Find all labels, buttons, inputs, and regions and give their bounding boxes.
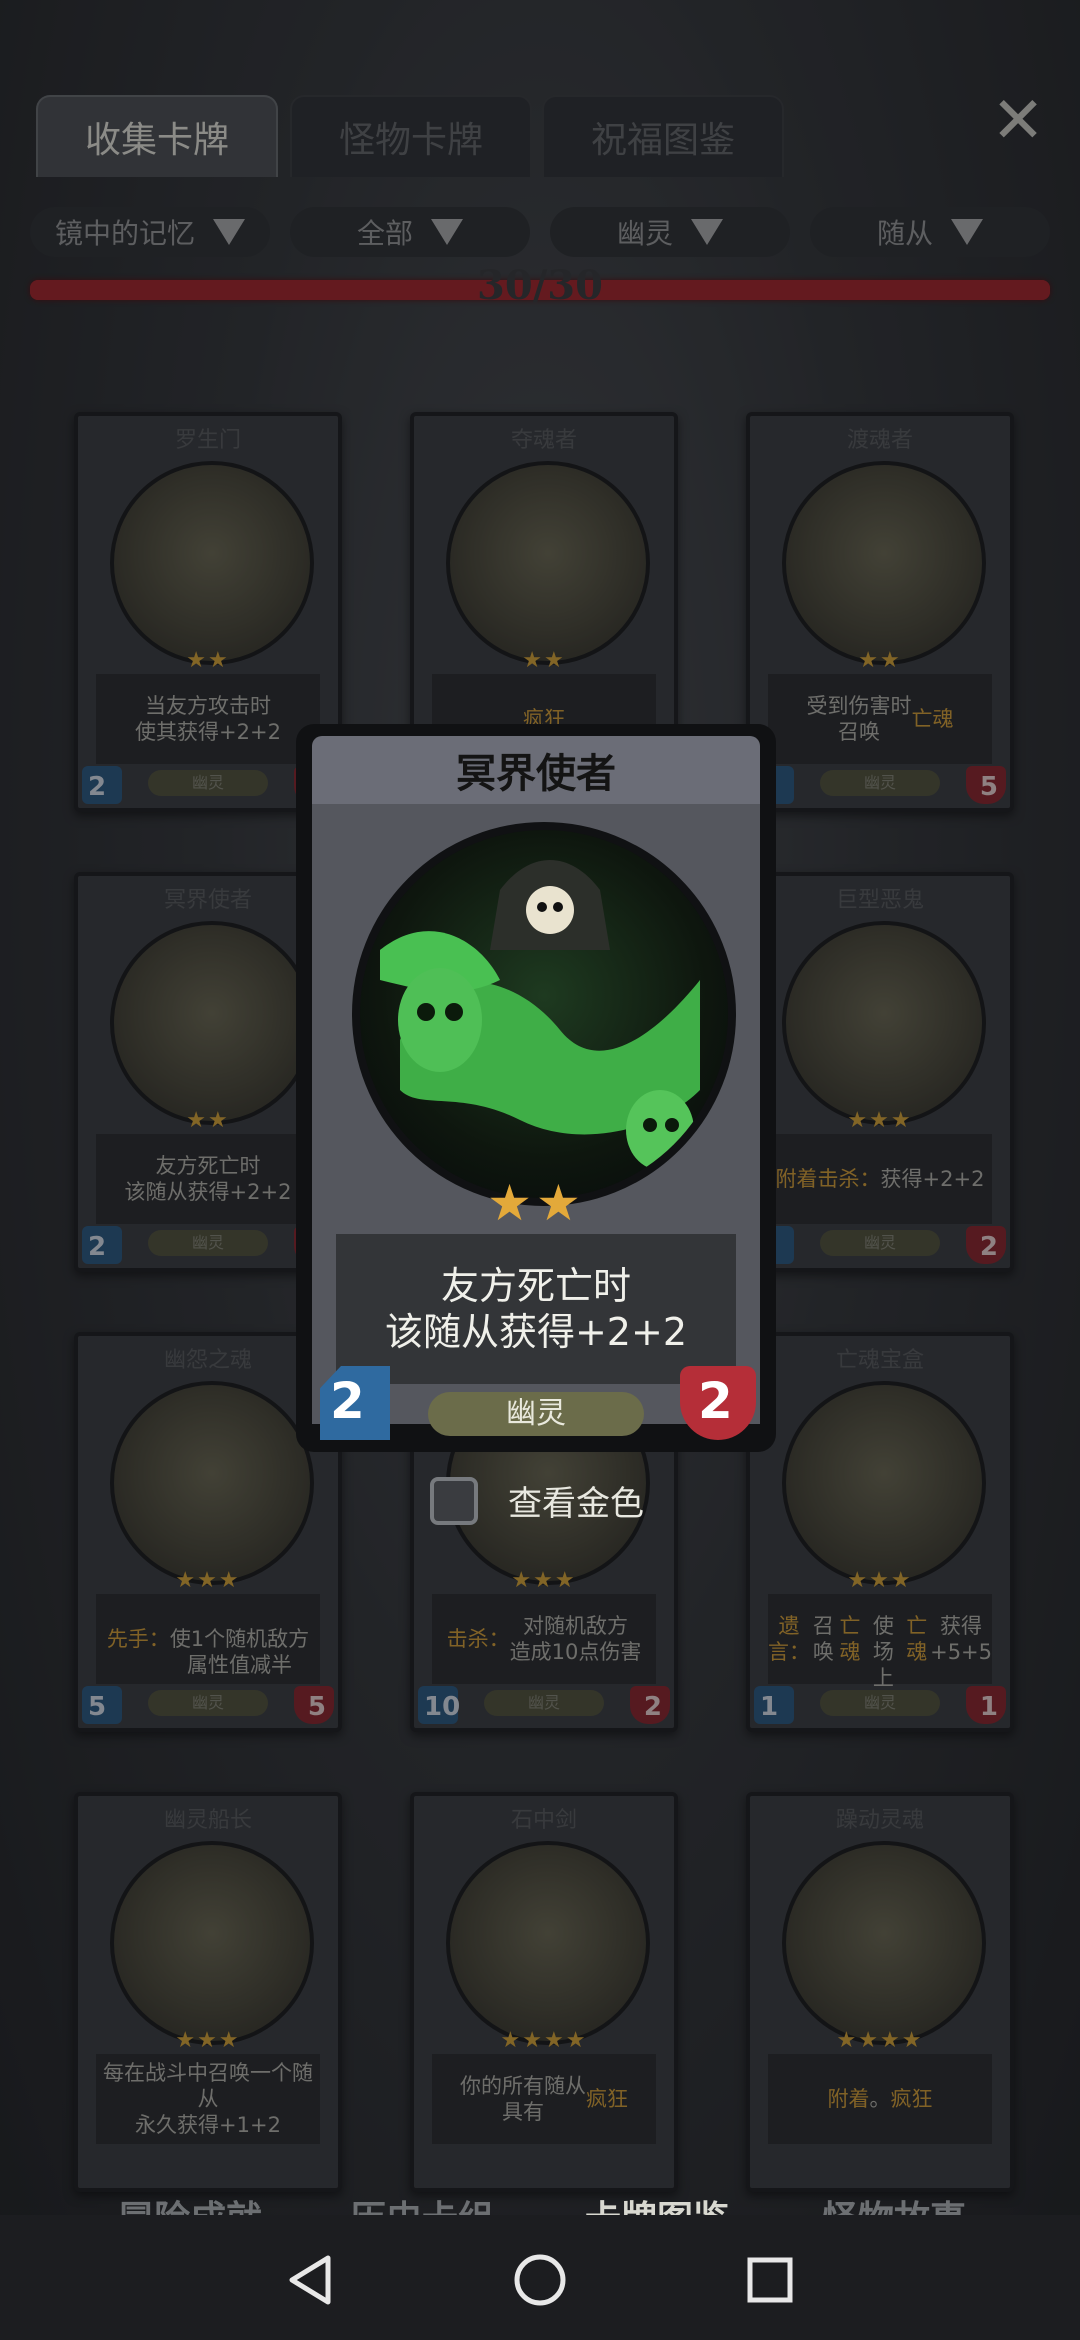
golden-checkbox[interactable]: [430, 1476, 478, 1525]
golden-toggle[interactable]: 查看金色: [430, 1476, 644, 1525]
featured-card-description: 友方死亡时 该随从获得+2+2: [336, 1234, 736, 1384]
featured-card[interactable]: 冥界使者 ★★ 友方死亡时 该随从获得+2+2 2 幽灵 2: [296, 724, 776, 1452]
golden-toggle-label: 查看金色: [508, 1484, 644, 1524]
home-icon[interactable]: [510, 2250, 570, 2310]
featured-card-art: [352, 822, 736, 1206]
recents-icon[interactable]: [740, 2250, 800, 2310]
featured-card-health: 2: [698, 1372, 733, 1430]
featured-card-tribe: 幽灵: [428, 1392, 644, 1436]
featured-card-name: 冥界使者: [312, 736, 760, 804]
featured-card-attack: 2: [330, 1372, 365, 1430]
back-icon[interactable]: [280, 2250, 340, 2310]
featured-card-stars: ★★: [487, 1174, 585, 1232]
